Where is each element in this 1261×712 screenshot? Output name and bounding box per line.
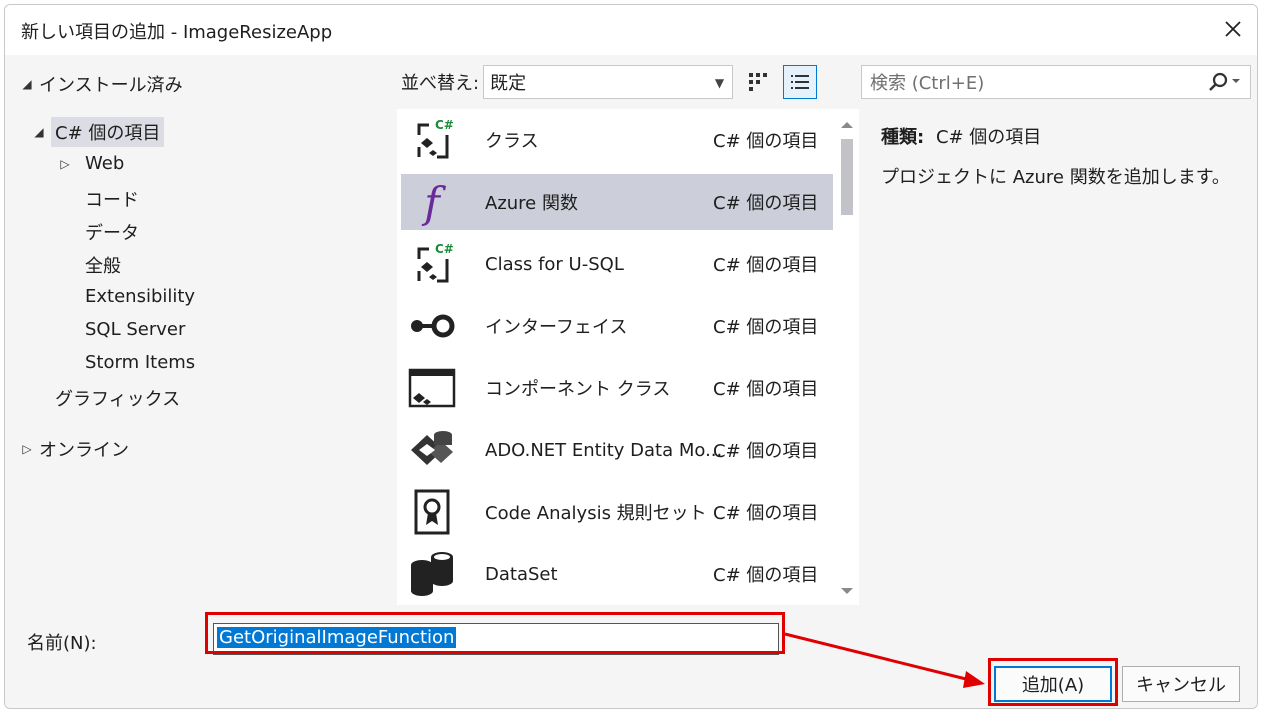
tree-item-graphics[interactable]: グラフィックス bbox=[55, 385, 180, 411]
template-name: コンポーネント クラス bbox=[485, 379, 671, 400]
tree-installed-label: インストール済み bbox=[39, 75, 183, 96]
add-new-item-dialog: 新しい項目の追加 - ImageResizeApp ◢ インストール済み ◢ C… bbox=[4, 4, 1258, 709]
title-bar: 新しい項目の追加 - ImageResizeApp bbox=[5, 5, 1257, 55]
detail-type-label: 種類: bbox=[881, 127, 925, 148]
list-view-icon bbox=[791, 75, 810, 89]
entity-model-icon bbox=[401, 427, 463, 473]
list-item[interactable]: ADO.NET Entity Data Mo... C# 個の項目 bbox=[401, 422, 833, 478]
tree-csharp-items[interactable]: ◢ C# 個の項目 bbox=[31, 117, 165, 147]
sort-value: 既定 bbox=[490, 73, 527, 94]
list-item[interactable]: コンポーネント クラス C# 個の項目 bbox=[401, 360, 833, 416]
search-box[interactable]: 検索 (Ctrl+E) bbox=[861, 65, 1251, 99]
list-scrollbar[interactable] bbox=[835, 109, 859, 605]
template-category: C# 個の項目 bbox=[713, 255, 819, 276]
cancel-button[interactable]: キャンセル bbox=[1122, 666, 1240, 702]
template-category: C# 個の項目 bbox=[713, 193, 819, 214]
tree-item-data[interactable]: データ bbox=[85, 219, 139, 245]
search-input[interactable]: 検索 (Ctrl+E) bbox=[870, 69, 984, 95]
template-name: クラス bbox=[485, 131, 539, 152]
annotation-highlight-name bbox=[205, 612, 785, 654]
list-item[interactable]: C# Class for U-SQL C# 個の項目 bbox=[401, 236, 833, 292]
tree-item-extensibility[interactable]: Extensibility bbox=[85, 286, 195, 307]
close-icon[interactable] bbox=[1219, 15, 1247, 43]
template-category: C# 個の項目 bbox=[713, 317, 819, 338]
detail-description: プロジェクトに Azure 関数を追加します。 bbox=[881, 167, 1230, 188]
detail-type-value: C# 個の項目 bbox=[935, 127, 1042, 148]
template-name: インターフェイス bbox=[485, 317, 628, 338]
interface-icon bbox=[401, 311, 463, 341]
detail-type: 種類: C# 個の項目 bbox=[881, 123, 1041, 149]
tree-item-label: データ bbox=[85, 223, 139, 244]
search-icon[interactable] bbox=[1208, 72, 1242, 92]
grid-view-icon bbox=[749, 73, 768, 91]
sort-toolbar: 並べ替え: 既定 ▼ bbox=[401, 65, 818, 99]
tree-item-label: Web bbox=[85, 153, 125, 174]
list-item[interactable]: インターフェイス C# 個の項目 bbox=[401, 298, 833, 354]
tree-item-label: グラフィックス bbox=[55, 389, 181, 410]
annotation-highlight-add bbox=[988, 658, 1118, 706]
template-name: Class for U-SQL bbox=[485, 253, 624, 275]
template-name: Azure 関数 bbox=[485, 193, 578, 214]
tree-item-code[interactable]: コード bbox=[85, 186, 139, 212]
template-category: C# 個の項目 bbox=[713, 503, 819, 524]
chevron-down-icon: ▼ bbox=[714, 76, 725, 90]
tree-item-sql-server[interactable]: SQL Server bbox=[85, 319, 185, 340]
template-name: Code Analysis 規則セット bbox=[485, 503, 707, 524]
svg-text:C#: C# bbox=[435, 242, 454, 256]
list-item[interactable]: f Azure 関数 C# 個の項目 bbox=[401, 174, 833, 230]
expanded-triangle-icon: ◢ bbox=[22, 77, 32, 91]
tree-item-label: Extensibility bbox=[85, 286, 196, 307]
scroll-down-icon[interactable] bbox=[835, 583, 859, 599]
sort-label: 並べ替え: bbox=[401, 73, 480, 94]
template-name: ADO.NET Entity Data Mo... bbox=[485, 439, 723, 461]
expanded-triangle-icon: ◢ bbox=[34, 125, 44, 139]
function-icon: f bbox=[424, 177, 440, 227]
template-name: DataSet bbox=[485, 563, 558, 585]
tree-item-label: Storm Items bbox=[85, 352, 196, 373]
sort-dropdown[interactable]: 既定 ▼ bbox=[483, 65, 734, 99]
small-icons-view-button[interactable] bbox=[741, 65, 775, 99]
csharp-class-icon: C# bbox=[401, 117, 463, 163]
tree-item-label: コード bbox=[85, 190, 139, 211]
tree-online-label: オンライン bbox=[39, 440, 129, 461]
list-item[interactable]: C# クラス C# 個の項目 bbox=[401, 112, 833, 168]
scrollbar-thumb[interactable] bbox=[841, 139, 853, 215]
collapsed-triangle-icon: ▷ bbox=[22, 442, 32, 456]
csharp-class-icon: C# bbox=[401, 241, 463, 287]
tree-item-label: 全般 bbox=[85, 256, 121, 277]
tree-csharp-items-label: C# 個の項目 bbox=[51, 117, 165, 147]
window-title: 新しい項目の追加 - ImageResizeApp bbox=[21, 22, 333, 43]
tree-item-label: SQL Server bbox=[85, 319, 186, 340]
tree-item-general[interactable]: 全般 bbox=[85, 252, 121, 278]
dataset-icon bbox=[401, 551, 463, 597]
tree-item-storm-items[interactable]: Storm Items bbox=[85, 352, 195, 373]
template-category: C# 個の項目 bbox=[713, 131, 819, 152]
template-category: C# 個の項目 bbox=[713, 441, 819, 462]
template-category: C# 個の項目 bbox=[713, 379, 819, 400]
dialog-body: ◢ インストール済み ◢ C# 個の項目 ▷ Web コード データ 全般 Ex… bbox=[5, 55, 1257, 611]
list-item[interactable]: DataSet C# 個の項目 bbox=[401, 546, 833, 602]
name-label: 名前(N): bbox=[27, 633, 97, 654]
tree-online[interactable]: ▷ オンライン bbox=[19, 436, 129, 462]
component-icon bbox=[401, 366, 463, 410]
template-category: C# 個の項目 bbox=[713, 565, 819, 586]
list-view-button[interactable] bbox=[783, 65, 818, 99]
tree-item-web[interactable]: ▷ Web bbox=[57, 153, 124, 174]
list-item[interactable]: Code Analysis 規則セット C# 個の項目 bbox=[401, 484, 833, 540]
ruleset-icon bbox=[401, 489, 463, 535]
template-list[interactable]: C# クラス C# 個の項目 f Azure 関数 C# 個の項目 C# Cla… bbox=[397, 109, 859, 605]
collapsed-triangle-icon: ▷ bbox=[60, 156, 70, 171]
scroll-up-icon[interactable] bbox=[835, 117, 859, 133]
svg-text:C#: C# bbox=[435, 118, 454, 132]
tree-installed[interactable]: ◢ インストール済み bbox=[19, 71, 183, 97]
